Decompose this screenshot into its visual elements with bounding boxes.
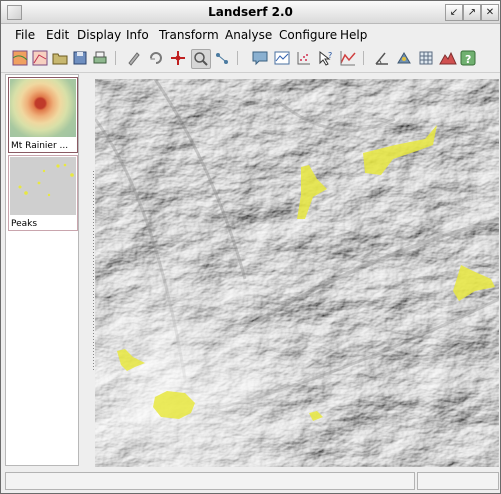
status-coordinates xyxy=(417,472,499,490)
menu-configure[interactable]: Configure xyxy=(279,28,337,42)
new-vector-icon[interactable] xyxy=(31,49,49,67)
feature-icon[interactable] xyxy=(395,49,413,67)
crosshair-icon[interactable] xyxy=(169,49,187,67)
rainier-elevation-thumbnail xyxy=(10,79,76,137)
speech-bubble-icon[interactable] xyxy=(251,49,269,67)
new-raster-icon[interactable] xyxy=(11,49,29,67)
maximize-button[interactable]: ↗ xyxy=(463,4,481,21)
toolbar-separator xyxy=(363,51,364,65)
thumbnail-label: Peaks xyxy=(11,219,38,229)
minimize-button[interactable]: ↙ xyxy=(445,4,463,21)
menu-analyse[interactable]: Analyse xyxy=(225,28,272,42)
menu-file[interactable]: File xyxy=(15,28,35,42)
thumbnail-peaks[interactable]: Peaks xyxy=(8,155,78,231)
toolbar-separator xyxy=(115,51,116,65)
menu-help[interactable]: Help xyxy=(340,28,367,42)
menu-transform[interactable]: Transform xyxy=(159,28,219,42)
refresh-icon[interactable] xyxy=(147,49,165,67)
menu-edit[interactable]: Edit xyxy=(46,28,69,42)
thumbnail-panel: Mt Rainier ... Peaks xyxy=(5,74,79,466)
pan-icon[interactable] xyxy=(213,49,231,67)
title-bar[interactable]: Landserf 2.0 ↙ ↗ ✕ xyxy=(1,1,500,24)
menu-display[interactable]: Display xyxy=(77,28,121,42)
svg-text:?: ? xyxy=(328,51,332,60)
menu-bar: File Edit Display Info Transform Analyse… xyxy=(1,25,500,44)
print-icon[interactable] xyxy=(91,49,109,67)
app-window: Landserf 2.0 ↙ ↗ ✕ File Edit Display Inf… xyxy=(0,0,501,494)
menu-info[interactable]: Info xyxy=(126,28,149,42)
profile-icon[interactable] xyxy=(273,49,291,67)
status-message xyxy=(5,472,415,490)
toolbar-separator xyxy=(237,51,238,65)
help-icon[interactable]: ? xyxy=(459,49,477,67)
close-button[interactable]: ✕ xyxy=(481,4,499,21)
window-title: Landserf 2.0 xyxy=(208,5,293,19)
splitter-handle[interactable] xyxy=(93,171,94,371)
open-icon[interactable] xyxy=(51,49,69,67)
peaks-icon[interactable] xyxy=(439,49,457,67)
zoom-icon[interactable] xyxy=(191,49,211,69)
thumbnail-mt-rainier[interactable]: Mt Rainier ... xyxy=(8,77,78,153)
grid-icon[interactable] xyxy=(417,49,435,67)
edit-pencil-icon[interactable] xyxy=(125,49,143,67)
shaded-relief-map xyxy=(95,79,499,467)
map-canvas[interactable] xyxy=(95,79,499,467)
scatter-icon[interactable] xyxy=(295,49,313,67)
graph-icon[interactable] xyxy=(339,49,357,67)
save-icon[interactable] xyxy=(71,49,89,67)
query-icon[interactable]: ? xyxy=(317,49,335,67)
svg-text:?: ? xyxy=(465,53,471,66)
toolbar: ? ? xyxy=(1,44,500,73)
thumbnail-label: Mt Rainier ... xyxy=(11,141,69,151)
status-bar xyxy=(1,469,500,493)
peaks-thumbnail xyxy=(10,157,76,215)
measure-angle-icon[interactable] xyxy=(373,49,391,67)
